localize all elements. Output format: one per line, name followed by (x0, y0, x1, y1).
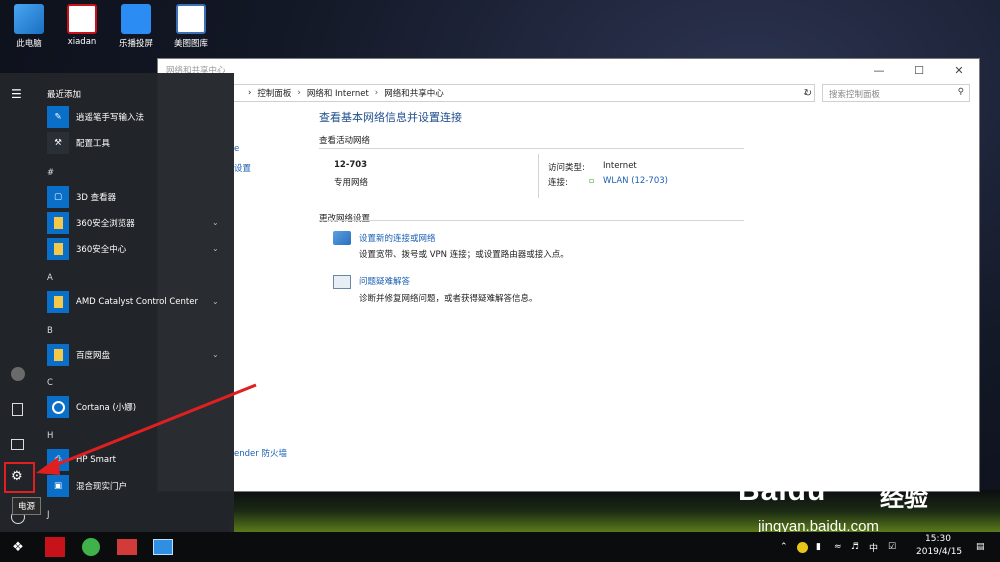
clock-time: 15:30 (925, 534, 951, 544)
notification-check-icon[interactable]: ☑ (888, 532, 896, 562)
taskbar: ❖ ⌃ ▮ ≈ ♬ 中 ☑ 15:30 2019/4/15 ▤ (0, 532, 1000, 562)
tray-overflow-icon[interactable]: ⌃ (780, 532, 788, 562)
taskbar-app-browser[interactable] (76, 532, 106, 562)
wifi-icon[interactable]: ≈ (834, 532, 842, 562)
stock-app-icon (45, 537, 65, 557)
battery-icon[interactable]: ▮ (816, 532, 821, 562)
paw-logo-icon (830, 448, 874, 488)
action-center-icon[interactable]: ▤ (976, 532, 985, 562)
photo-icon (117, 539, 137, 555)
windows-start-icon[interactable]: ❖ (0, 532, 36, 562)
ime-indicator[interactable]: 中 (869, 532, 878, 562)
browser-icon (82, 538, 100, 556)
baidu-watermark: Baidu 经验 jingyan.baidu.com (738, 448, 970, 538)
clock-date: 2019/4/15 (916, 547, 963, 557)
clock[interactable]: 15:30 2019/4/15 (916, 534, 963, 557)
tray-app-icon[interactable] (797, 532, 808, 562)
taskbar-app-photo[interactable] (112, 532, 142, 562)
volume-icon[interactable]: ♬ (851, 532, 859, 562)
taskbar-app-control-panel[interactable] (148, 532, 178, 562)
watermark-brand-cn: 经验 (880, 484, 928, 512)
control-panel-icon (153, 539, 173, 555)
taskbar-app-stock[interactable] (40, 532, 70, 562)
watermark-brand: Baidu (738, 474, 827, 507)
